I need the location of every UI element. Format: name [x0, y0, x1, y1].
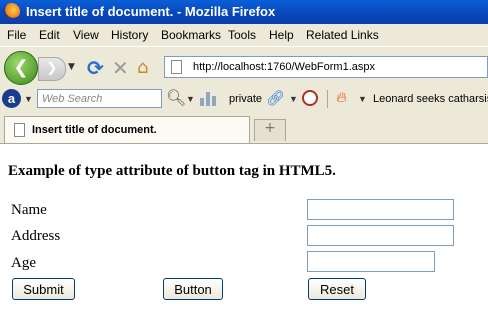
private-label[interactable]: private [229, 93, 262, 105]
firefox-icon [3, 3, 20, 20]
flame-icon[interactable]: 🔥︎ [336, 89, 347, 106]
news-dropdown-icon[interactable]: ▼ [358, 94, 367, 104]
url-text[interactable]: http://localhost:1760/WebForm1.aspx [193, 61, 375, 73]
search-options-dropdown-icon[interactable]: ▼ [186, 94, 195, 104]
new-tab-button[interactable]: + [254, 119, 286, 141]
tab-current[interactable]: Insert title of document. [4, 116, 250, 143]
tab-strip: Insert title of document. + [0, 112, 488, 144]
search-toolbar: a ▼ 🔍︎ ▼ private 🔗︎ ▼ 🔥︎ ▼ Leonard seeks… [0, 86, 488, 112]
title-bar: Insert title of document. - Mozilla Fire… [0, 0, 488, 24]
forward-arrow-icon: ❯ [46, 61, 58, 76]
address-input[interactable] [307, 225, 454, 246]
plus-icon: + [264, 120, 276, 136]
tab-label: Insert title of document. [32, 124, 157, 136]
navigation-toolbar: ❮ ❯ ▼ ⟳ ✕ ⌂ http://localhost:1760/WebFor… [0, 46, 488, 87]
web-search-box [37, 89, 162, 108]
reload-icon[interactable]: ⟳ [87, 56, 104, 80]
back-arrow-icon: ❮ [13, 57, 29, 78]
age-label: Age [11, 255, 36, 271]
back-button[interactable]: ❮ [4, 51, 38, 85]
menu-history[interactable]: History [111, 28, 148, 42]
name-label: Name [11, 202, 47, 218]
menu-bar: File Edit View History Bookmarks Tools H… [0, 24, 488, 46]
menu-related-links[interactable]: Related Links [306, 28, 379, 42]
page-heading: Example of type attribute of button tag … [8, 163, 336, 179]
menu-view[interactable]: View [73, 28, 99, 42]
page-content: Example of type attribute of button tag … [0, 144, 488, 332]
plain-button[interactable]: Button [163, 278, 223, 300]
menu-file[interactable]: File [7, 28, 26, 42]
address-bar[interactable]: http://localhost:1760/WebForm1.aspx [164, 56, 488, 78]
age-input[interactable] [307, 251, 435, 272]
forward-button[interactable]: ❯ [38, 57, 66, 81]
menu-bookmarks[interactable]: Bookmarks [161, 28, 221, 42]
news-ticker[interactable]: Leonard seeks catharsis [373, 93, 488, 105]
window-title: Insert title of document. - Mozilla Fire… [26, 4, 276, 19]
toolbar-separator [327, 90, 328, 108]
address-label: Address [11, 228, 61, 244]
page-icon [14, 123, 25, 137]
menu-help[interactable]: Help [269, 28, 294, 42]
timer-icon[interactable] [302, 90, 318, 106]
web-search-input[interactable] [42, 91, 157, 106]
menu-edit[interactable]: Edit [39, 28, 60, 42]
history-dropdown-icon[interactable]: ▼ [68, 62, 75, 72]
link-dropdown-icon[interactable]: ▼ [289, 94, 298, 104]
menu-tools[interactable]: Tools [228, 28, 256, 42]
search-engine-dropdown-icon[interactable]: ▼ [24, 94, 33, 104]
stop-icon[interactable]: ✕ [112, 56, 129, 80]
name-input[interactable] [307, 199, 454, 220]
page-icon [171, 60, 182, 74]
bar-chart-icon[interactable] [200, 92, 216, 106]
reset-button[interactable]: Reset [308, 278, 366, 300]
submit-button[interactable]: Submit [12, 278, 75, 300]
search-magnifier-icon[interactable]: 🔍︎ [166, 88, 186, 108]
ask-logo-icon[interactable]: a [2, 89, 21, 108]
home-icon[interactable]: ⌂ [137, 57, 148, 78]
chain-link-icon[interactable]: 🔗︎ [266, 89, 285, 107]
